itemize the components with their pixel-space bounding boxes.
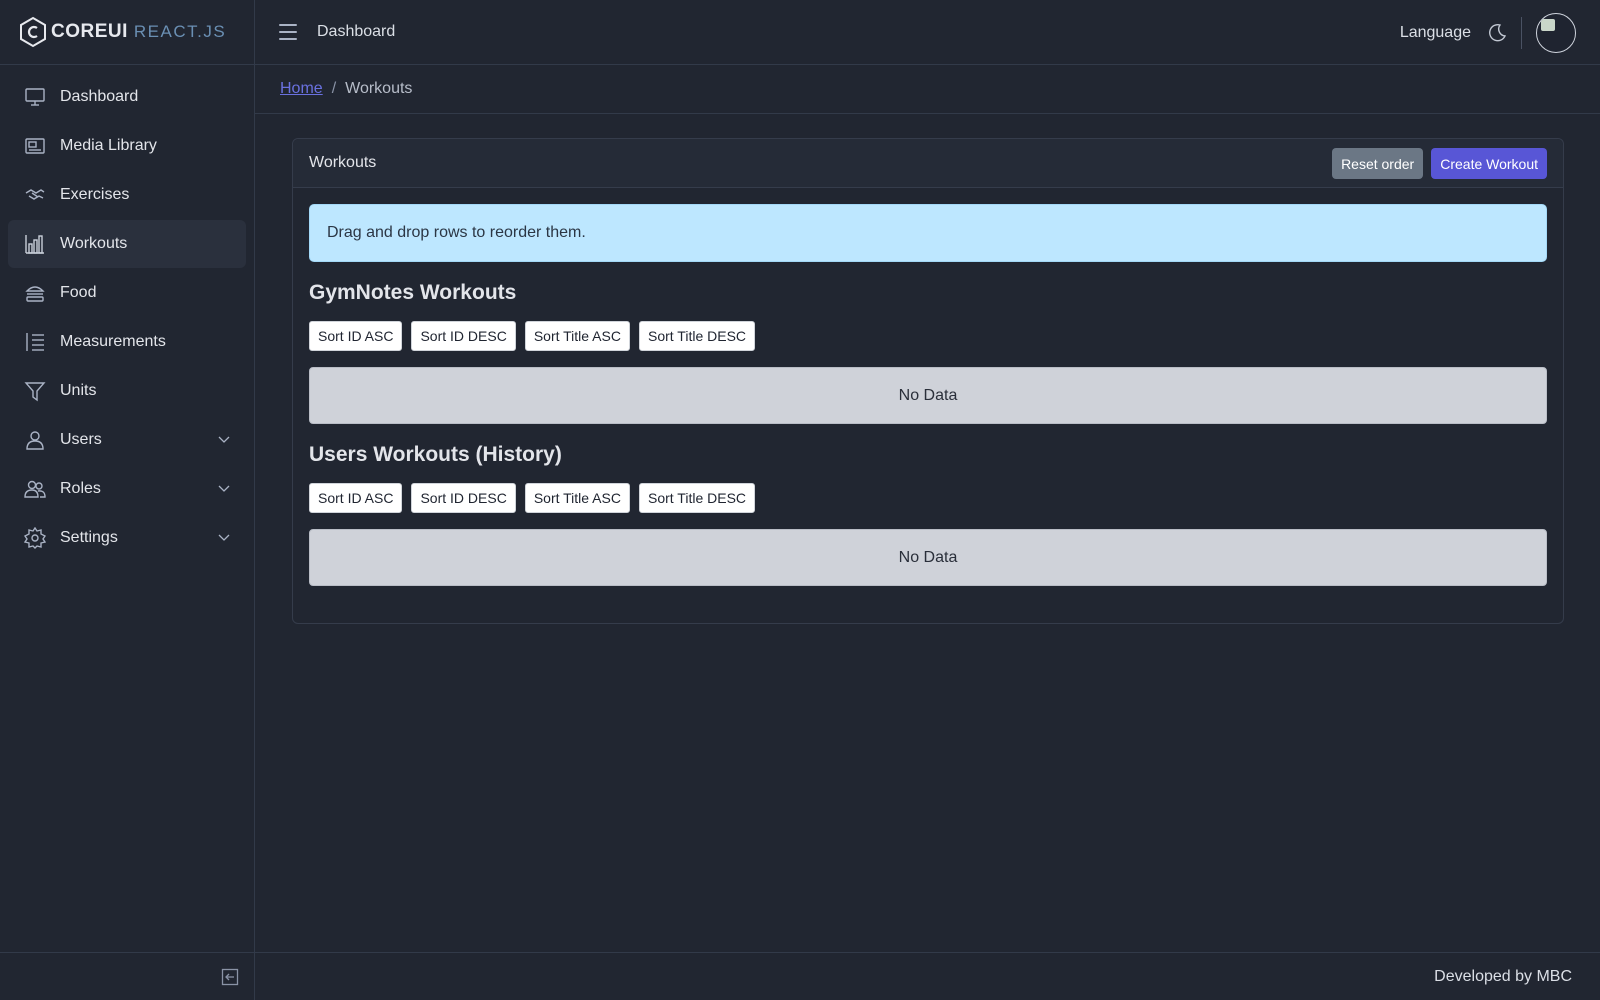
breadcrumb-separator: / [331, 80, 337, 97]
user-icon [24, 429, 46, 451]
bar-chart-icon [24, 233, 46, 255]
monitor-icon [24, 86, 46, 108]
sidebar-item-roles[interactable]: Roles [8, 465, 246, 513]
header-right: Language [1400, 0, 1576, 65]
breadcrumb-home-link[interactable]: Home [280, 80, 323, 98]
gear-icon [24, 527, 46, 549]
people-icon [24, 478, 46, 500]
section-title-users-history: Users Workouts (History) [309, 443, 562, 466]
info-alert: Drag and drop rows to reorder them. [309, 204, 1547, 262]
sort-title-desc-button[interactable]: Sort Title DESC [638, 483, 756, 513]
sidebar-item-exercises[interactable]: Exercises [8, 171, 246, 219]
avatar[interactable] [1536, 12, 1576, 53]
sidebar-item-media-library[interactable]: Media Library [8, 122, 246, 170]
sidebar-item-settings[interactable]: Settings [8, 514, 246, 562]
burger-icon [24, 282, 46, 304]
sort-id-asc-button[interactable]: Sort ID ASC [309, 321, 403, 351]
chevron-down-icon [218, 485, 230, 492]
brand-react-text: REACT.JS [133, 22, 227, 41]
card-title: Workouts [309, 154, 377, 171]
sidebar-item-food[interactable]: Food [8, 269, 246, 317]
coreui-logo-icon [20, 16, 46, 48]
sidebar-item-label: Exercises [60, 186, 130, 203]
sidebar-item-label: Media Library [60, 137, 157, 154]
language-dropdown[interactable]: Language [1400, 24, 1471, 42]
sort-id-desc-button[interactable]: Sort ID DESC [411, 483, 516, 513]
image-icon [24, 135, 46, 157]
brand-logo: COREUI REACT.JS [18, 16, 226, 48]
create-workout-button[interactable]: Create Workout [1431, 148, 1547, 179]
sort-buttons-gymnotes: Sort ID ASC Sort ID DESC Sort Title ASC … [309, 321, 1547, 351]
card-body: Drag and drop rows to reorder them. GymN… [293, 188, 1563, 602]
sidebar-item-label: Dashboard [60, 88, 139, 105]
empty-table-gymnotes: No Data [309, 367, 1547, 424]
brand-core-text: COREUI [51, 21, 128, 42]
sidebar-item-users[interactable]: Users [8, 416, 246, 464]
breadcrumb: Home / Workouts [255, 65, 1600, 114]
sidebar-item-label: Measurements [60, 333, 166, 350]
moon-icon[interactable] [1487, 23, 1507, 43]
card-actions: Reset order Create Workout [1332, 148, 1547, 179]
handshake-icon [24, 184, 46, 206]
list-numbered-icon [24, 331, 46, 353]
footer-credit: Developed by MBC [1434, 967, 1572, 985]
filter-icon [24, 380, 46, 402]
sort-id-desc-button[interactable]: Sort ID DESC [411, 321, 516, 351]
workouts-card: Workouts Reset order Create Workout Drag… [292, 138, 1564, 624]
breadcrumb-current: Workouts [345, 80, 413, 97]
sort-title-asc-button[interactable]: Sort Title ASC [524, 483, 630, 513]
empty-table-users-history: No Data [309, 529, 1547, 586]
sort-buttons-users-history: Sort ID ASC Sort ID DESC Sort Title ASC … [309, 483, 1547, 513]
reset-order-button[interactable]: Reset order [1332, 148, 1424, 179]
sidebar-item-dashboard[interactable]: Dashboard [8, 73, 246, 121]
sidebar-item-label: Food [60, 284, 97, 301]
sort-id-asc-button[interactable]: Sort ID ASC [309, 483, 403, 513]
page-footer: Developed by MBC [255, 952, 1600, 1000]
sidebar-item-workouts[interactable]: Workouts [8, 220, 246, 268]
sidebar-nav: Dashboard Media Library Exercises Workou… [0, 65, 254, 571]
header-divider [1521, 16, 1522, 49]
chevron-down-icon [218, 534, 230, 541]
sort-title-desc-button[interactable]: Sort Title DESC [638, 321, 756, 351]
sidebar-item-units[interactable]: Units [8, 367, 246, 415]
top-header: Dashboard Language [255, 0, 1600, 65]
sidebar-item-label: Workouts [60, 235, 128, 252]
sidebar-footer [0, 952, 255, 1000]
chevron-down-icon [218, 436, 230, 443]
sidebar-item-label: Settings [60, 529, 118, 546]
section-title-gymnotes: GymNotes Workouts [309, 281, 517, 304]
sidebar-item-label: Roles [60, 480, 101, 497]
card-header: Workouts Reset order Create Workout [293, 139, 1563, 188]
sidebar: COREUI REACT.JS Dashboard Media Library … [0, 0, 255, 1000]
sort-title-asc-button[interactable]: Sort Title ASC [524, 321, 630, 351]
sidebar-collapse-icon[interactable] [221, 968, 239, 986]
header-dashboard-link[interactable]: Dashboard [317, 23, 395, 41]
menu-toggle-icon[interactable] [279, 24, 297, 40]
sidebar-item-measurements[interactable]: Measurements [8, 318, 246, 366]
sidebar-item-label: Users [60, 431, 102, 448]
brand[interactable]: COREUI REACT.JS [0, 0, 254, 65]
sidebar-item-label: Units [60, 382, 97, 399]
